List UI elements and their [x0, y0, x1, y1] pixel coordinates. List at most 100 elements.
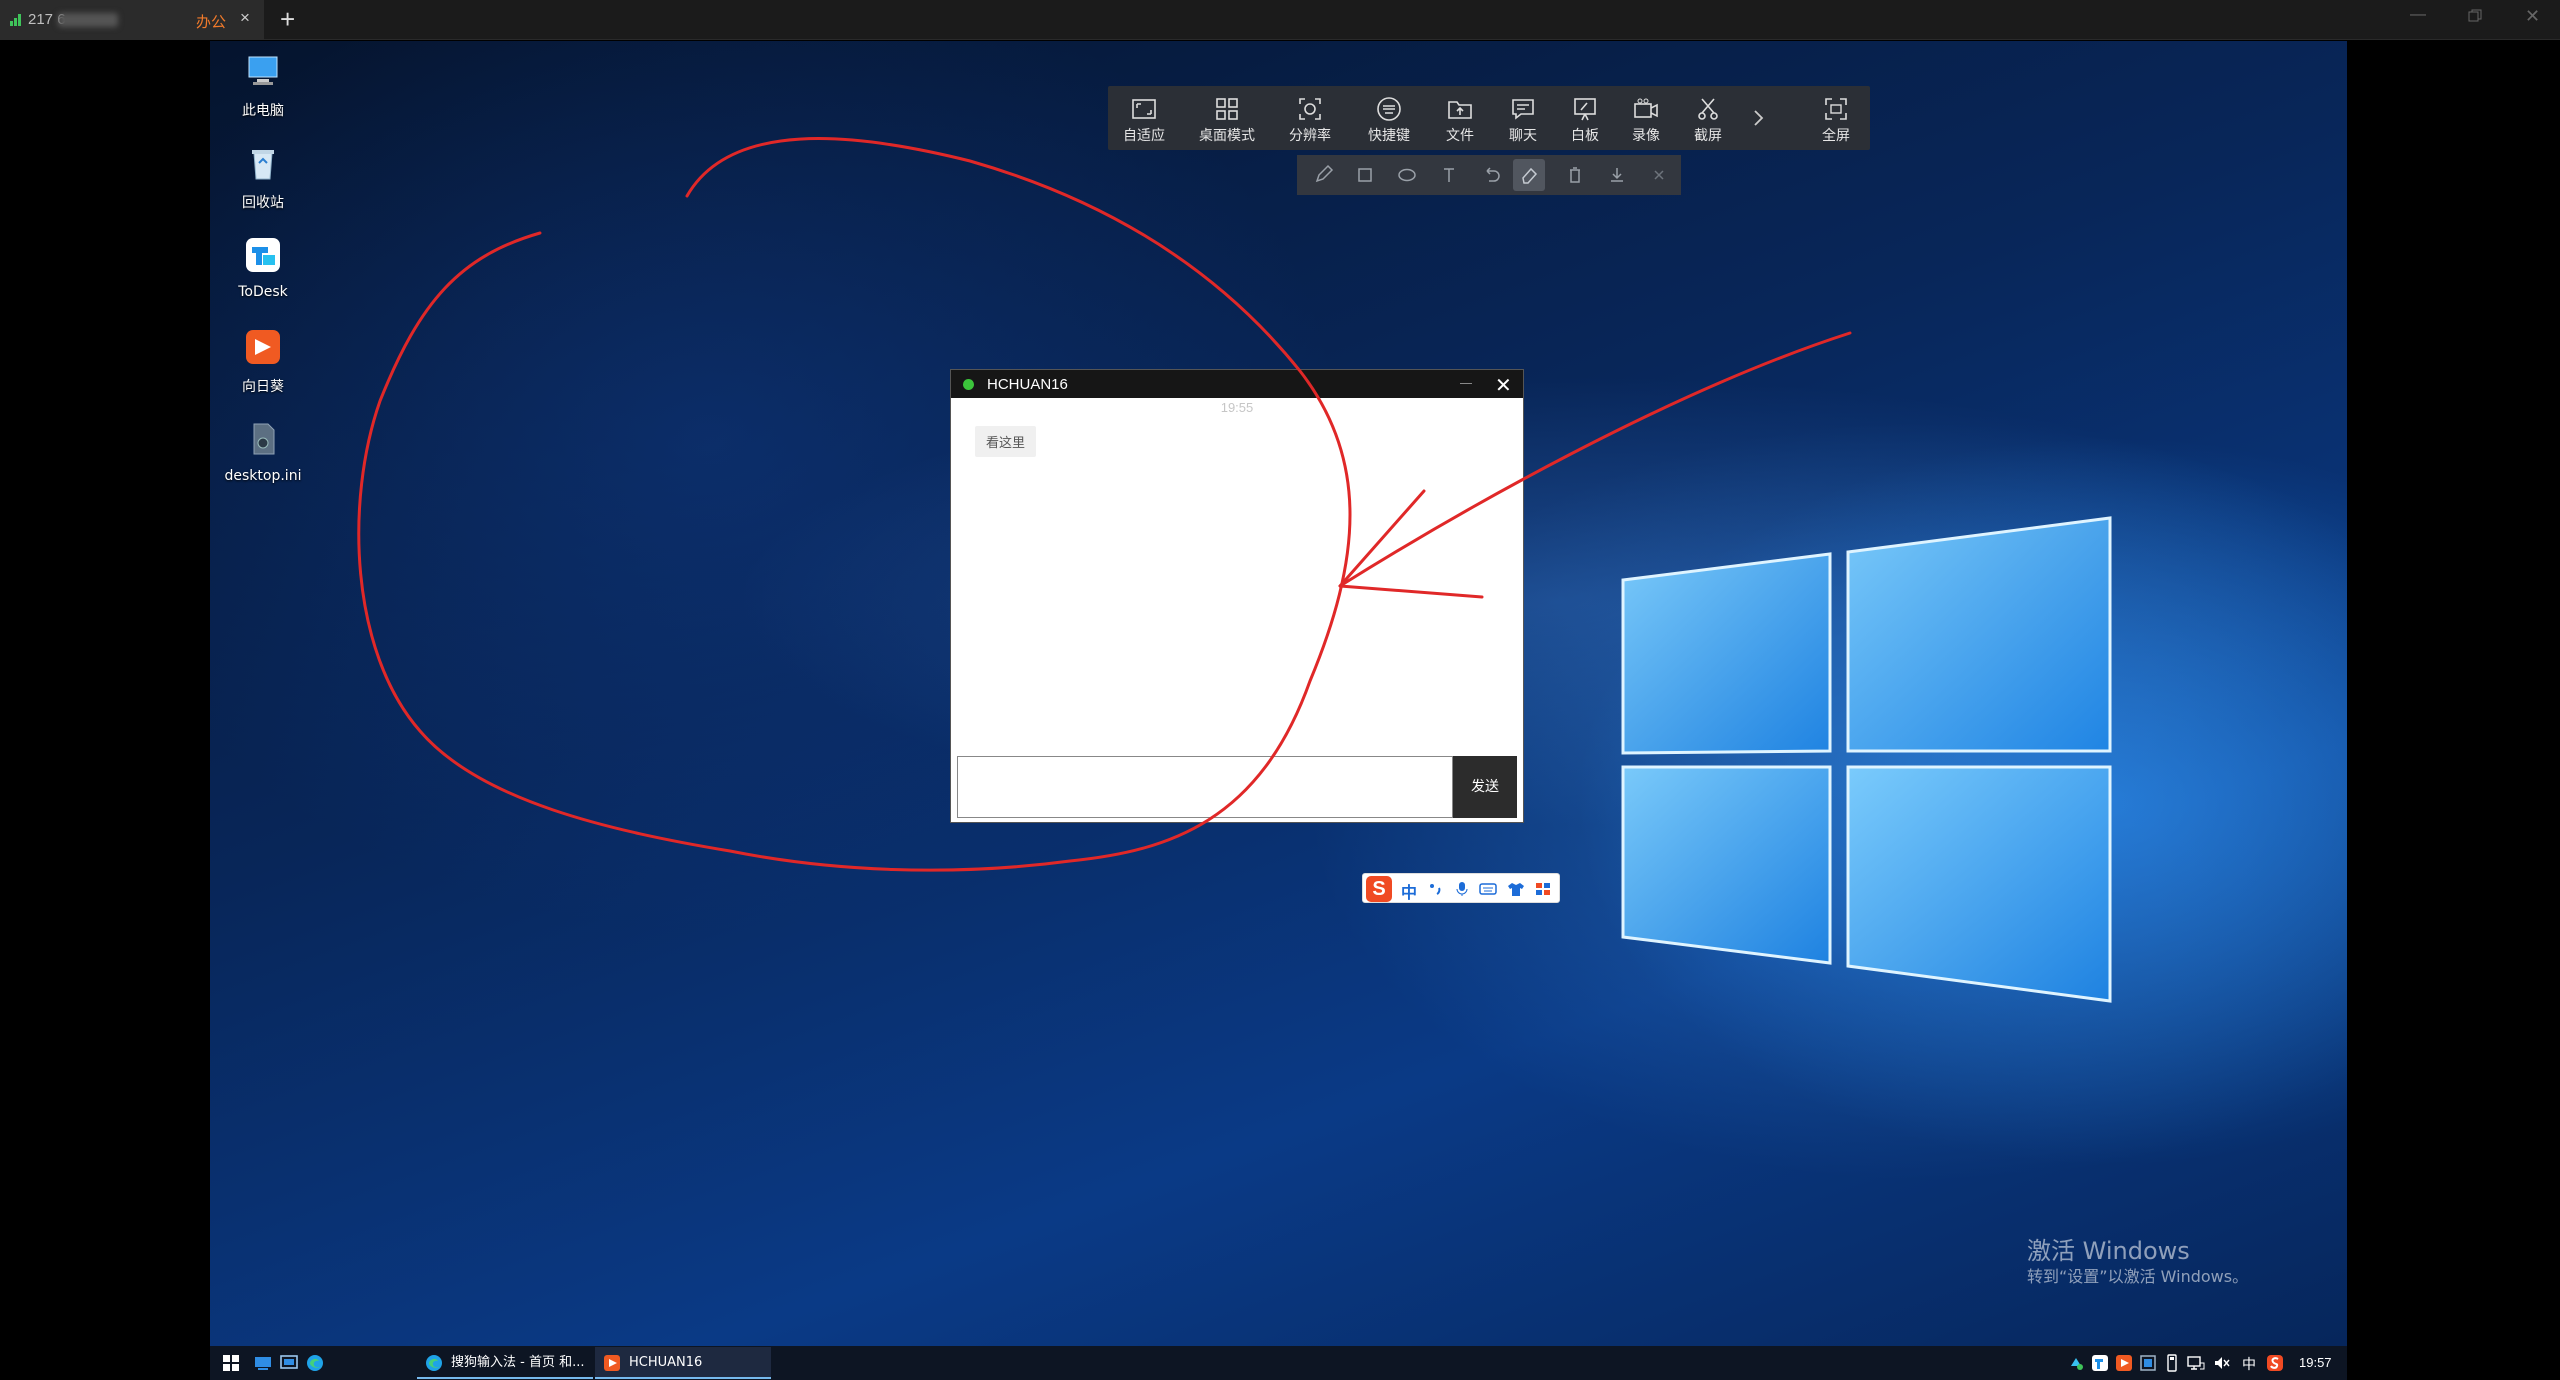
desktop-grid-icon	[1216, 98, 1238, 120]
send-button[interactable]: 发送	[1453, 756, 1517, 818]
desktop-icon-desktop-ini[interactable]: desktop.ini	[218, 419, 308, 484]
this-pc-icon	[248, 56, 278, 85]
punctuation-icon[interactable]	[1427, 882, 1445, 896]
remote-desktop-app-icon[interactable]	[280, 1354, 298, 1372]
toolbar-label: 全屏	[1822, 128, 1850, 144]
toolbar-desktop-mode-button[interactable]: 桌面模式	[1191, 86, 1263, 150]
edge-browser-icon[interactable]	[306, 1354, 324, 1372]
close-icon[interactable]	[1643, 159, 1675, 191]
desktop-icon-todesk[interactable]: ToDesk	[218, 235, 308, 300]
tab-close-button[interactable]: ×	[240, 8, 250, 28]
tray-network-share-icon[interactable]	[2067, 1354, 2085, 1372]
tray-sogou-icon[interactable]	[2266, 1354, 2284, 1372]
toolbar-label: 白板	[1571, 128, 1599, 144]
todesk-icon	[246, 238, 280, 272]
toolbar-hotkey-button[interactable]: 快捷键	[1353, 86, 1425, 150]
new-tab-button[interactable]: +	[280, 4, 295, 35]
taskbar-app-label: HCHUAN16	[629, 1355, 703, 1370]
whiteboard-draw-bar	[1297, 155, 1681, 195]
tray-todesk-icon[interactable]	[2091, 1354, 2109, 1372]
desktop-icon-label: desktop.ini	[224, 468, 302, 484]
desktop-icon-label: ToDesk	[238, 284, 288, 300]
windows-taskbar: 搜狗输入法 - 首页 和... HCHUAN16 中 19:57	[210, 1346, 2347, 1380]
remote-toolbar: 自适应 桌面模式 分辨率 快捷键 文件 聊天 白板 录像 截屏 全屏	[1108, 86, 1870, 150]
tray-sunlogin-icon[interactable]	[2115, 1354, 2133, 1372]
toolbar-label: 快捷键	[1368, 128, 1410, 144]
tray-network-icon[interactable]	[2187, 1354, 2205, 1372]
tray-input-language[interactable]: 中	[2242, 1354, 2256, 1374]
file-transfer-icon	[1448, 101, 1472, 119]
redacted-id-mask	[58, 13, 118, 27]
desktop-icon-label: 此电脑	[242, 103, 284, 119]
edge-icon	[426, 1355, 442, 1371]
host-minimize-button[interactable]: —	[2410, 6, 2426, 24]
ime-language-toggle[interactable]: 中	[1401, 879, 1417, 903]
pen-icon[interactable]	[1307, 159, 1339, 191]
sogou-logo-icon[interactable]: S	[1366, 876, 1392, 902]
tray-vm-icon[interactable]	[2139, 1354, 2157, 1372]
keyboard-icon[interactable]	[1479, 882, 1497, 896]
desktop-icon-this-pc[interactable]: 此电脑	[218, 51, 308, 120]
delete-icon[interactable]	[1559, 159, 1591, 191]
taskbar-app-sogou-browser[interactable]: 搜狗输入法 - 首页 和...	[417, 1347, 593, 1379]
toolbar-more-button[interactable]	[1733, 86, 1783, 150]
toolbox-grid-icon[interactable]	[1535, 882, 1551, 896]
toolbar-label: 聊天	[1509, 128, 1537, 144]
desktop-icon-label: 向日葵	[242, 379, 284, 395]
skin-shirt-icon[interactable]	[1507, 882, 1525, 896]
tray-clock[interactable]: 19:57	[2299, 1355, 2332, 1370]
host-close-button[interactable]: ✕	[2525, 6, 2540, 27]
taskbar-app-hchuan16[interactable]: HCHUAN16	[595, 1347, 771, 1379]
activation-watermark-title: 激活 Windows	[2027, 1237, 2190, 1265]
taskbar-app-indicator	[595, 1377, 771, 1379]
toolbar-label: 录像	[1632, 128, 1660, 144]
keyboard-icon	[1377, 97, 1401, 121]
taskbar-app-label: 搜狗输入法 - 首页 和...	[451, 1355, 585, 1370]
chat-titlebar[interactable]: HCHUAN16 ✕	[951, 370, 1523, 398]
ini-file-icon	[253, 423, 275, 455]
chat-input[interactable]	[957, 756, 1453, 818]
host-restore-button[interactable]	[2468, 9, 2482, 28]
rectangle-tool-icon[interactable]	[1349, 159, 1381, 191]
message-timestamp: 19:55	[1220, 400, 1254, 415]
taskbar-app-indicator	[417, 1377, 593, 1379]
desktop-icon-recycle-bin[interactable]: 回收站	[218, 143, 308, 212]
chat-title: HCHUAN16	[987, 376, 1068, 393]
toolbar-file-button[interactable]: 文件	[1424, 86, 1496, 150]
sunlogin-icon	[246, 330, 280, 364]
chat-minimize-button[interactable]	[1460, 383, 1472, 384]
tray-usb-icon[interactable]	[2163, 1354, 2181, 1372]
activation-watermark-subtitle: 转到“设置”以激活 Windows。	[2027, 1267, 2249, 1286]
toolbar-resolution-button[interactable]: 分辨率	[1274, 86, 1346, 150]
host-tab[interactable]: 217 6 办公 ×	[0, 0, 264, 40]
desktop-icon-label: 回收站	[242, 195, 284, 211]
chat-close-button[interactable]: ✕	[1495, 373, 1512, 398]
toolbar-label: 分辨率	[1289, 128, 1331, 144]
chevron-right-icon	[1754, 110, 1764, 126]
online-status-dot	[963, 379, 974, 390]
undo-icon[interactable]	[1475, 159, 1507, 191]
ime-toolbar: S 中	[1362, 873, 1560, 903]
chat-message: 看这里	[975, 426, 1037, 457]
host-tab-label: 办公	[196, 14, 227, 31]
ellipse-tool-icon[interactable]	[1391, 159, 1423, 191]
toolbar-fullscreen-button[interactable]: 全屏	[1800, 86, 1872, 150]
task-view-icon[interactable]	[254, 1354, 272, 1372]
save-download-icon[interactable]	[1601, 159, 1633, 191]
chat-icon	[1512, 99, 1534, 120]
text-tool-icon[interactable]	[1433, 159, 1465, 191]
tray-volume-muted-icon[interactable]	[2213, 1354, 2231, 1372]
whiteboard-icon	[1574, 98, 1596, 121]
fullscreen-icon	[1825, 98, 1847, 120]
desktop-icon-sunlogin[interactable]: 向日葵	[218, 327, 308, 396]
remote-desktop[interactable]: 此电脑 回收站 ToDesk 向日葵 desktop.ini 自适应 桌面模式 …	[210, 41, 2347, 1380]
eraser-icon[interactable]	[1513, 159, 1545, 191]
toolbar-label: 截屏	[1694, 128, 1722, 144]
microphone-icon[interactable]	[1455, 882, 1469, 896]
scissors-icon	[1698, 98, 1718, 120]
toolbar-fit-button[interactable]: 自适应	[1108, 86, 1180, 150]
start-windows-icon[interactable]	[222, 1354, 240, 1372]
sunlogin-icon	[604, 1355, 620, 1371]
chat-window: HCHUAN16 ✕ 19:55 看这里 发送	[950, 369, 1524, 823]
recycle-bin-icon	[252, 150, 274, 180]
